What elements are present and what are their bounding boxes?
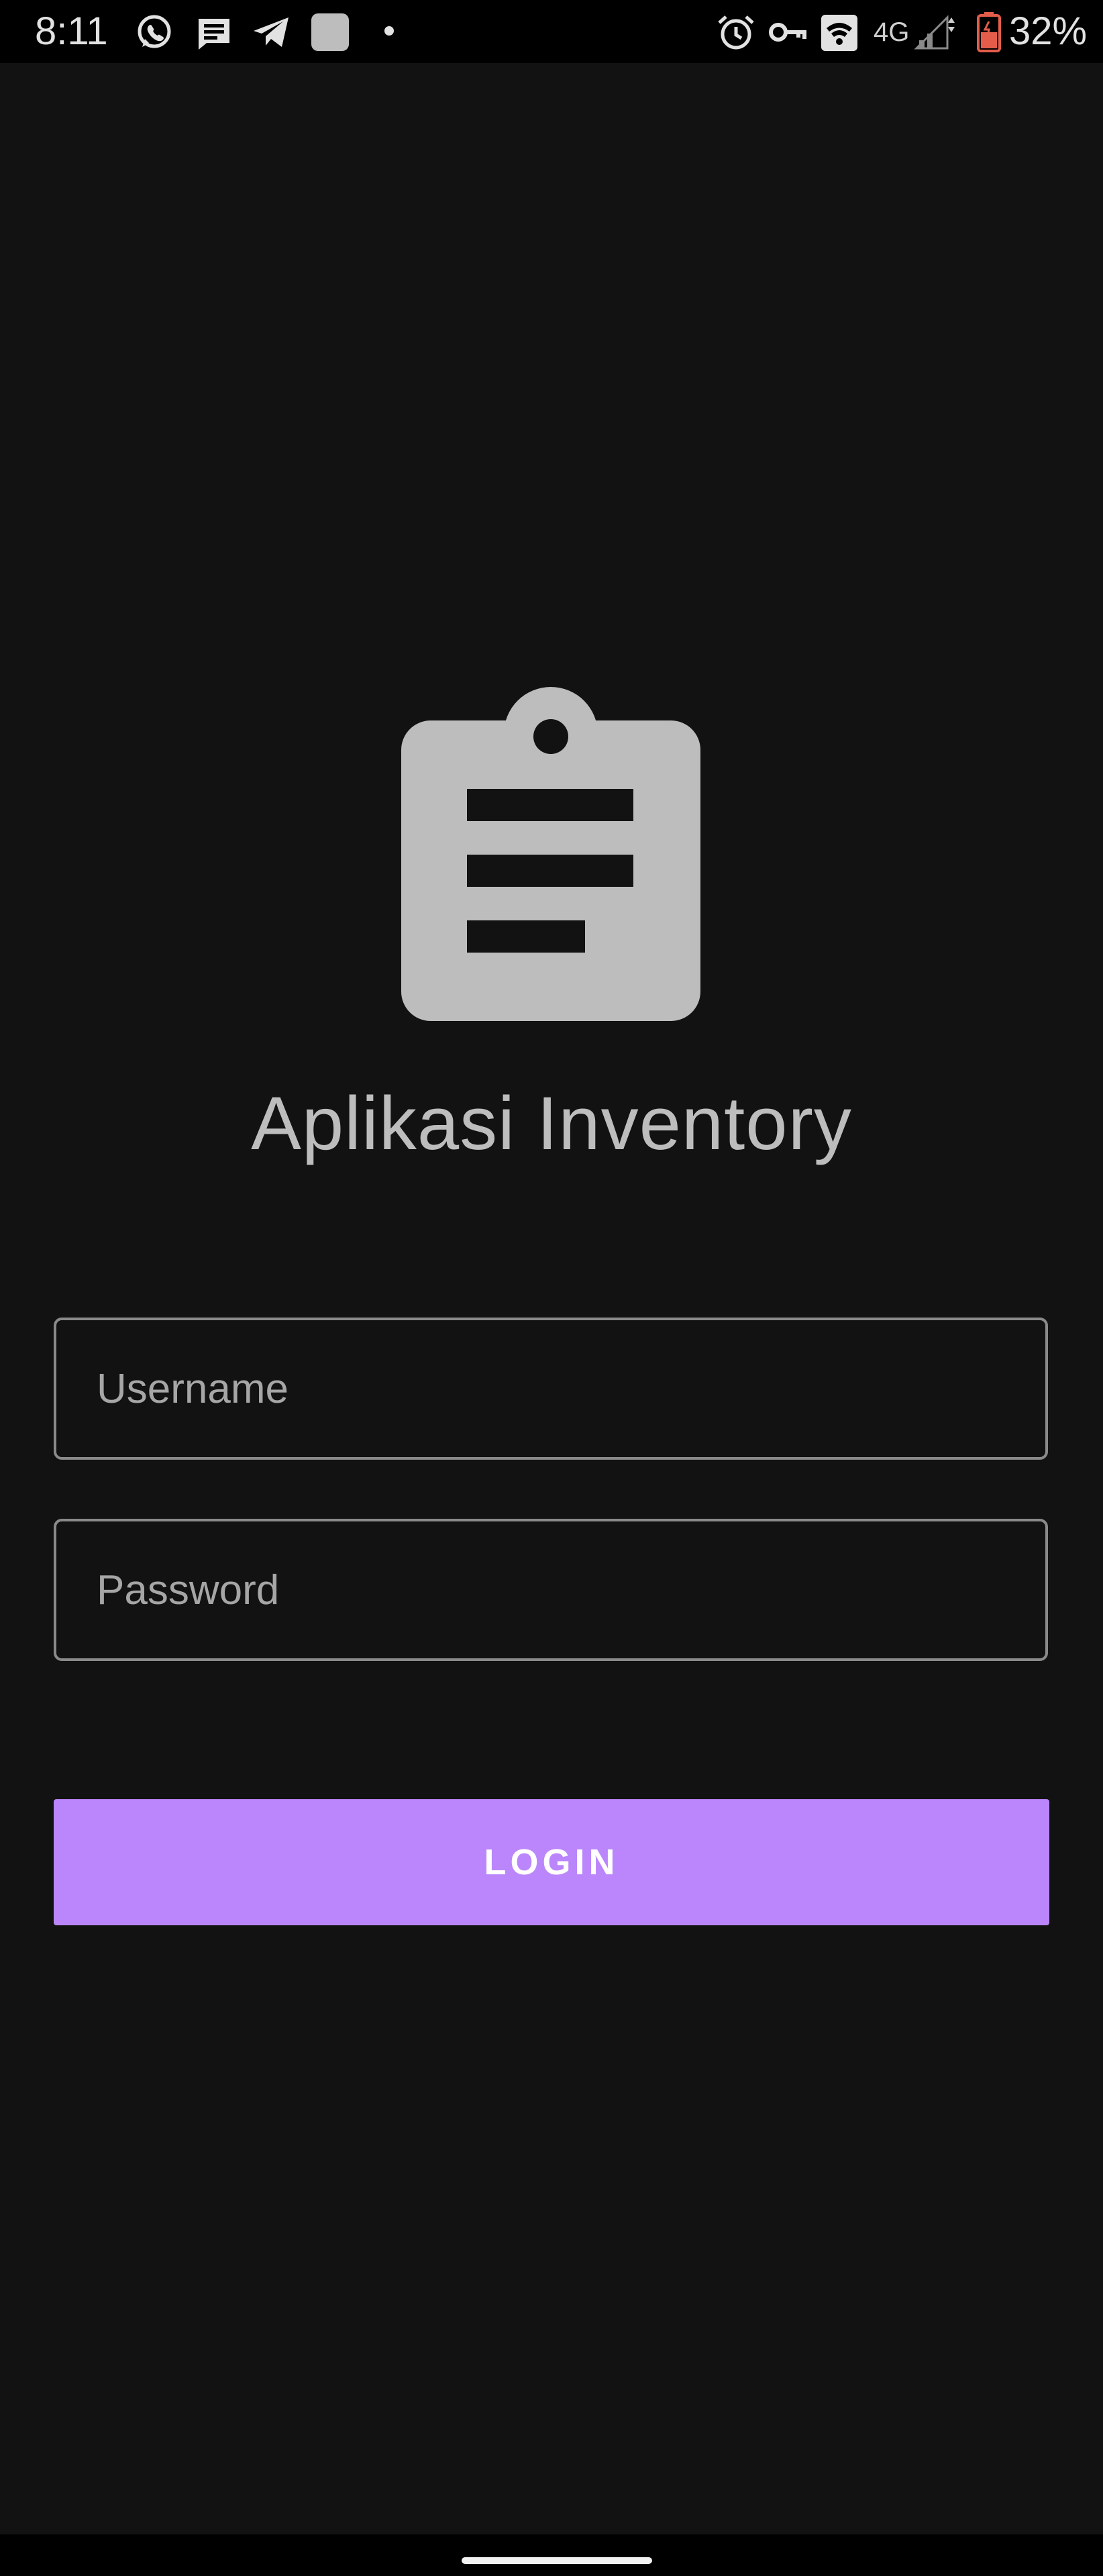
username-input[interactable] [56, 1320, 1045, 1457]
status-bar: 8:11 4G 32% [0, 0, 1103, 63]
app-title: Aplikasi Inventory [251, 1081, 852, 1165]
clipboard-icon [401, 687, 700, 1021]
password-input[interactable] [56, 1521, 1045, 1658]
battery-percent: 32% [1009, 9, 1088, 53]
login-button[interactable]: LOGIN [54, 1799, 1049, 1925]
app-icon [310, 13, 350, 51]
wifi-icon [820, 13, 859, 51]
telegram-icon [251, 13, 291, 51]
signal-icon [914, 13, 958, 51]
status-time: 8:11 [35, 9, 108, 53]
message-icon [196, 13, 232, 51]
alarm-icon [717, 13, 755, 51]
dot-icon [382, 24, 396, 62]
navigation-bar [0, 2534, 1103, 2576]
whatsapp-icon [136, 13, 173, 51]
home-gesture-handle[interactable] [462, 2557, 652, 2564]
battery-icon [977, 12, 1001, 52]
login-screen: 8:11 4G 32% Aplikasi Inventory Username … [0, 0, 1103, 2576]
vpn-key-icon [768, 17, 808, 55]
password-field[interactable] [54, 1519, 1048, 1661]
network-type: 4G [874, 17, 910, 47]
username-field[interactable] [54, 1318, 1048, 1460]
